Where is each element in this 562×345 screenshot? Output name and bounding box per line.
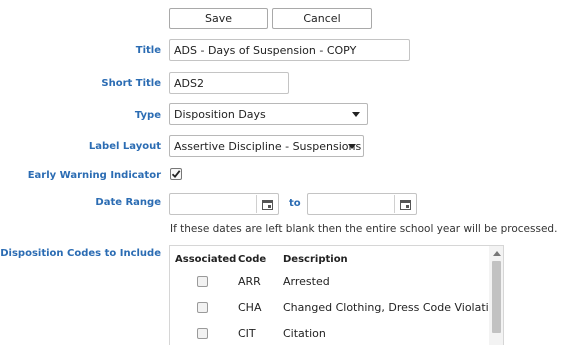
calendar-icon[interactable] (256, 195, 277, 213)
short-title-input[interactable]: ADS2 (169, 72, 289, 94)
date-range-label: Date Range (95, 197, 161, 208)
scrollbar-thumb[interactable] (492, 261, 501, 333)
row-description: Arrested (283, 275, 330, 288)
label-layout-select[interactable]: Assertive Discipline - Suspensions (169, 135, 364, 157)
title-label: Title (135, 45, 161, 56)
row-checkbox[interactable] (197, 328, 208, 339)
title-input[interactable]: ADS - Days of Suspension - COPY (169, 39, 410, 61)
header-associated: Associated (175, 254, 237, 265)
row-code: CIT (238, 327, 256, 340)
label-layout-select-value: Assertive Discipline - Suspensions (174, 139, 362, 153)
chevron-down-icon (348, 144, 356, 149)
save-button[interactable]: Save (169, 8, 268, 29)
row-description: Changed Clothing, Dress Code Violation (283, 301, 503, 314)
date-range-hint: If these dates are left blank then the e… (170, 223, 558, 235)
scrollbar[interactable] (489, 246, 503, 345)
header-description: Description (283, 254, 348, 265)
type-select-value: Disposition Days (174, 107, 266, 121)
row-code: CHA (238, 301, 262, 314)
early-warning-checkbox[interactable] (170, 168, 182, 180)
short-title-label: Short Title (101, 78, 161, 89)
date-to-label: to (289, 198, 301, 209)
date-from-input[interactable] (169, 193, 279, 215)
header-code: Code (238, 254, 267, 265)
date-to-input[interactable] (307, 193, 417, 215)
type-label: Type (134, 110, 161, 121)
row-checkbox[interactable] (197, 302, 208, 313)
disposition-codes-label: Disposition Codes to Include (0, 248, 161, 259)
type-select[interactable]: Disposition Days (169, 103, 368, 125)
codes-table: Associated Code Description ARR Arrested… (169, 245, 504, 345)
row-checkbox[interactable] (197, 276, 208, 287)
cancel-button[interactable]: Cancel (272, 8, 372, 29)
calendar-icon[interactable] (394, 195, 415, 213)
label-layout-label: Label Layout (88, 141, 161, 152)
scroll-up-icon[interactable] (493, 251, 501, 256)
row-description: Citation (283, 327, 326, 340)
checkmark-icon (170, 168, 182, 180)
early-warning-label: Early Warning Indicator (27, 170, 161, 181)
chevron-down-icon (352, 112, 360, 117)
row-code: ARR (238, 275, 261, 288)
